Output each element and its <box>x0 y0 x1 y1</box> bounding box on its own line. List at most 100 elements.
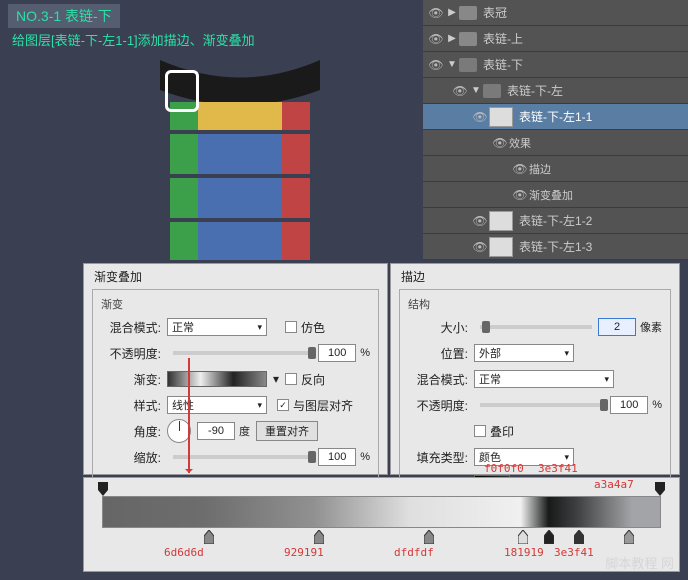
gradient-fieldset: 渐变 混合模式: 正常▾ 仿色 不透明度: 100 % 渐变: ▾ 反向 样式:… <box>92 289 379 479</box>
fx-label: 渐变叠加 <box>529 187 573 203</box>
hex-annotation: a3a4a7 <box>594 478 634 491</box>
visibility-icon[interactable]: 👁 <box>427 6 445 20</box>
folder-icon <box>459 6 477 20</box>
layer-row-selected[interactable]: 👁 表链-下-左1-1 <box>423 104 688 130</box>
visibility-icon[interactable]: 👁 <box>511 162 529 176</box>
layer-name: 表链-下-左1-3 <box>519 238 592 255</box>
fieldset-label: 渐变 <box>101 296 370 312</box>
hex-annotation: 6d6d6d <box>164 546 204 559</box>
color-stop[interactable] <box>518 530 528 544</box>
scale-input[interactable]: 100 <box>318 448 356 466</box>
layer-row[interactable]: 👁 ▼ 表链-下 <box>423 52 688 78</box>
layer-row[interactable]: 👁 表链-下-左1-3 <box>423 234 688 260</box>
color-stop[interactable] <box>544 530 554 544</box>
angle-unit: 度 <box>239 423 250 439</box>
opacity-unit: % <box>360 347 370 359</box>
fx-label: 描边 <box>529 161 551 177</box>
color-stop[interactable] <box>574 530 584 544</box>
opacity-input[interactable]: 100 <box>610 396 648 414</box>
color-stop[interactable] <box>314 530 324 544</box>
chevron-down-icon: ▾ <box>564 348 569 359</box>
gradient-bar[interactable] <box>102 496 661 528</box>
visibility-icon[interactable]: 👁 <box>427 58 445 72</box>
overprint-checkbox[interactable] <box>474 425 486 437</box>
fx-row[interactable]: 👁 描边 <box>423 156 688 182</box>
layer-row[interactable]: 👁 ▼ 表链-下-左 <box>423 78 688 104</box>
layer-row[interactable]: 👁 ▶ 表链-上 <box>423 26 688 52</box>
hex-annotation: f0f0f0 <box>484 462 524 475</box>
overprint-label: 叠印 <box>490 423 514 440</box>
opacity-slider[interactable] <box>173 351 312 355</box>
opacity-label: 不透明度: <box>101 345 161 362</box>
gradient-overlay-dialog: 渐变叠加 渐变 混合模式: 正常▾ 仿色 不透明度: 100 % 渐变: ▾ 反… <box>83 263 388 475</box>
opacity-unit: % <box>652 399 662 411</box>
chevron-down-icon[interactable]: ▾ <box>273 372 279 386</box>
opacity-stop[interactable] <box>655 482 665 496</box>
chevron-down-icon: ▾ <box>257 400 262 411</box>
fx-row[interactable]: 👁 效果 <box>423 130 688 156</box>
visibility-icon[interactable]: 👁 <box>511 188 529 202</box>
chevron-down-icon: ▾ <box>564 452 569 463</box>
dither-label: 仿色 <box>301 319 325 336</box>
gradient-label: 渐变: <box>101 371 161 388</box>
scale-slider[interactable] <box>173 455 312 459</box>
expand-icon[interactable]: ▶ <box>445 7 459 18</box>
step-number: NO.3-1 <box>16 8 61 24</box>
layer-name: 表冠 <box>483 4 507 21</box>
reset-align-button[interactable]: 重置对齐 <box>256 421 318 441</box>
visibility-icon[interactable]: 👁 <box>491 136 509 150</box>
style-label: 样式: <box>101 397 161 414</box>
style-select[interactable]: 线性▾ <box>167 396 267 414</box>
size-label: 大小: <box>408 319 468 336</box>
opacity-slider[interactable] <box>480 403 604 407</box>
fx-row[interactable]: 👁 渐变叠加 <box>423 182 688 208</box>
visibility-icon[interactable]: 👁 <box>471 110 489 124</box>
align-label: 与图层对齐 <box>293 397 353 414</box>
expand-icon[interactable]: ▶ <box>445 33 459 44</box>
hex-annotation: 3e3f41 <box>538 462 578 475</box>
hex-annotation: 929191 <box>284 546 324 559</box>
visibility-icon[interactable]: 👁 <box>451 84 469 98</box>
collapse-icon[interactable]: ▼ <box>469 85 483 96</box>
dialog-title: 描边 <box>391 264 679 289</box>
chevron-down-icon: ▾ <box>604 374 609 385</box>
color-stop[interactable] <box>204 530 214 544</box>
size-unit: 像素 <box>640 319 662 335</box>
opacity-input[interactable]: 100 <box>318 344 356 362</box>
collapse-icon[interactable]: ▼ <box>445 59 459 70</box>
layer-row[interactable]: 👁 ▶ 表冠 <box>423 0 688 26</box>
gradient-preview[interactable] <box>167 371 267 387</box>
watermark: 脚本教程 网 <box>605 553 674 572</box>
opacity-label: 不透明度: <box>408 397 468 414</box>
visibility-icon[interactable]: 👁 <box>471 240 489 254</box>
layer-row[interactable]: 👁 表链-下-左1-2 <box>423 208 688 234</box>
dither-checkbox[interactable] <box>285 321 297 333</box>
size-input[interactable]: 2 <box>598 318 636 336</box>
reverse-checkbox[interactable] <box>285 373 297 385</box>
angle-input[interactable]: -90 <box>197 422 235 440</box>
visibility-icon[interactable]: 👁 <box>427 32 445 46</box>
size-slider[interactable] <box>480 325 592 329</box>
layers-panel: 👁 ▶ 表冠 👁 ▶ 表链-上 👁 ▼ 表链-下 👁 ▼ 表链-下-左 👁 表链… <box>423 0 688 260</box>
visibility-icon[interactable]: 👁 <box>471 214 489 228</box>
color-stop[interactable] <box>624 530 634 544</box>
gradient-editor: 6d6d6d 929191 dfdfdf f0f0f0 3e3f41 a3a4a… <box>83 477 680 572</box>
layer-thumbnail <box>489 211 513 231</box>
blend-mode-select[interactable]: 正常▾ <box>474 370 614 388</box>
layer-name: 表链-上 <box>483 30 523 47</box>
hex-annotation: dfdfdf <box>394 546 434 559</box>
folder-icon <box>459 32 477 46</box>
step-title: 表链-下 <box>65 8 112 24</box>
blend-mode-select[interactable]: 正常▾ <box>167 318 267 336</box>
annotation-arrow <box>188 358 190 473</box>
opacity-stop[interactable] <box>98 482 108 496</box>
reverse-label: 反向 <box>301 371 325 388</box>
layer-thumbnail <box>489 237 513 257</box>
folder-open-icon <box>483 84 501 98</box>
position-select[interactable]: 外部▾ <box>474 344 574 362</box>
blend-mode-label: 混合模式: <box>408 371 468 388</box>
align-checkbox[interactable]: ✓ <box>277 399 289 411</box>
dialog-title: 渐变叠加 <box>84 264 387 289</box>
color-stop[interactable] <box>424 530 434 544</box>
scale-label: 缩放: <box>101 449 161 466</box>
